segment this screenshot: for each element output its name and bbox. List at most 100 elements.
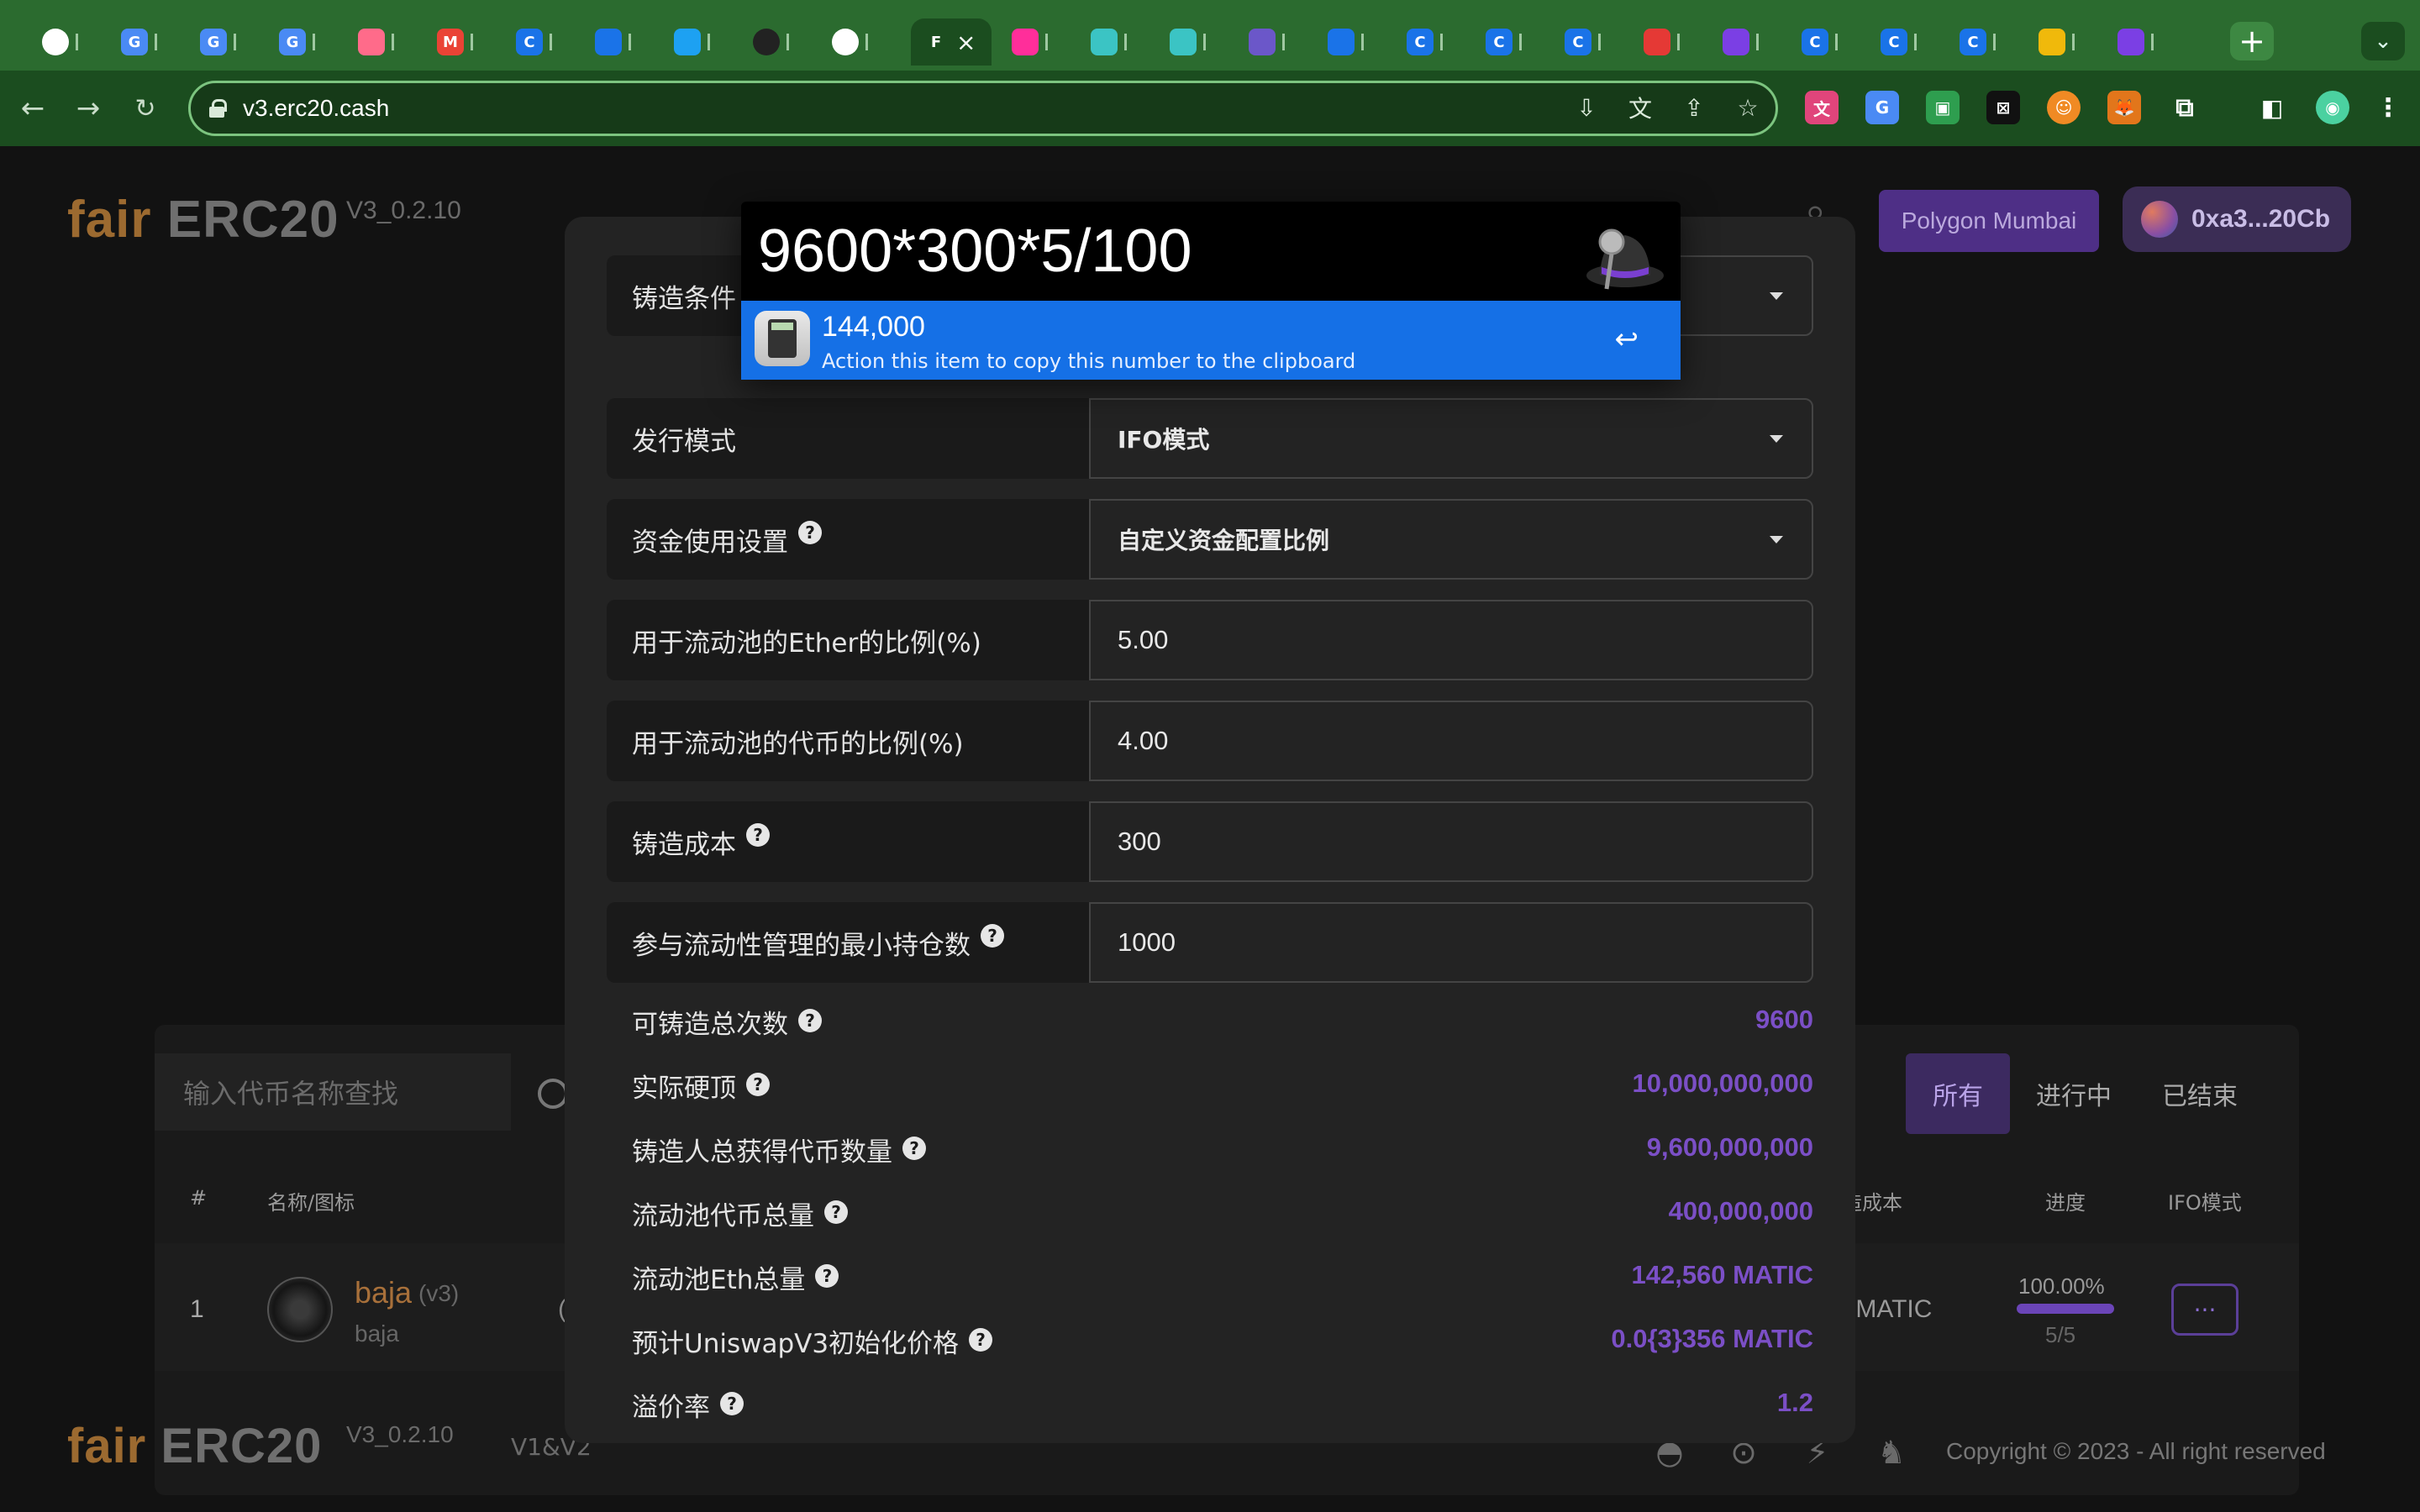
blue-c-icon: C xyxy=(1802,29,1828,55)
token-version-tag: (v3) xyxy=(418,1280,460,1306)
reload-icon[interactable]: ↻ xyxy=(126,89,165,128)
field-input[interactable]: 4.00 xyxy=(1089,701,1813,781)
field-select[interactable]: 自定义资金配置比例 xyxy=(1089,499,1813,580)
alfred-query-input[interactable]: 9600*300*5/100 xyxy=(758,217,1192,286)
side-panel-icon[interactable]: ◧ xyxy=(2255,91,2289,124)
tab-title-fragment xyxy=(2072,34,2075,50)
browser-tab[interactable] xyxy=(1079,24,1148,60)
filter-all[interactable]: 所有 xyxy=(1906,1053,2010,1134)
pony-icon[interactable]: ♞ xyxy=(1870,1431,1912,1473)
url-text[interactable]: v3.erc20.cash xyxy=(243,95,389,122)
address-bar[interactable]: v3.erc20.cash xyxy=(188,81,1778,136)
lock-icon[interactable] xyxy=(209,99,227,118)
tab-title-fragment xyxy=(1756,34,1759,50)
stat-value: 400,000,000 xyxy=(1668,1196,1813,1226)
browser-tab[interactable]: C xyxy=(1790,24,1859,60)
help-icon[interactable]: ? xyxy=(746,1073,770,1096)
field-label-text: 资金使用设置 xyxy=(632,527,788,558)
browser-tab[interactable]: G xyxy=(188,24,257,60)
browser-tab[interactable] xyxy=(1158,24,1227,60)
browser-tab[interactable] xyxy=(2027,24,2096,60)
translate-icon[interactable]: 文 xyxy=(1623,91,1657,124)
stat-row: 流动池代币总量? 400,000,000 xyxy=(632,1188,1813,1238)
new-tab-button[interactable]: + xyxy=(2230,22,2274,60)
wallet-button[interactable]: 0xa3...20Cb xyxy=(2123,186,2351,252)
browser-tab[interactable] xyxy=(583,24,652,60)
browser-tab[interactable] xyxy=(1316,24,1385,60)
forward-icon[interactable]: → xyxy=(69,89,108,128)
row-more-button[interactable]: ··· xyxy=(2171,1284,2238,1336)
browser-tab[interactable]: M xyxy=(425,24,494,60)
tab-search-button[interactable]: ⌄ xyxy=(2361,22,2405,60)
tab-title-fragment xyxy=(392,34,394,50)
browser-tab[interactable] xyxy=(30,24,99,60)
stat-label: 预计UniswapV3初始化价格? xyxy=(632,1322,993,1360)
field-label: 发行模式 xyxy=(607,398,1089,479)
back-icon[interactable]: ← xyxy=(13,89,52,128)
help-icon[interactable]: ? xyxy=(902,1137,926,1160)
face-extension-icon[interactable]: ☺ xyxy=(2047,91,2081,124)
translator-extension-icon[interactable]: 文 xyxy=(1805,91,1839,124)
field-input[interactable]: 1000 xyxy=(1089,902,1813,983)
browser-tab[interactable]: G xyxy=(267,24,336,60)
row-progress-count: 5/5 xyxy=(2045,1322,2076,1347)
share-icon[interactable]: ⇪ xyxy=(1677,91,1711,124)
filter-ended[interactable]: 已结束 xyxy=(2143,1053,2257,1134)
browser-tab[interactable]: C xyxy=(1869,24,1938,60)
close-tab-icon[interactable]: × xyxy=(956,29,976,56)
tab-title-fragment xyxy=(1914,34,1917,50)
network-button[interactable]: Polygon Mumbai xyxy=(1879,190,2099,252)
profile-avatar[interactable]: ◉ xyxy=(2316,91,2349,124)
install-app-icon[interactable]: ⇩ xyxy=(1570,91,1603,124)
google-translate-icon: G xyxy=(200,29,227,55)
browser-tab[interactable]: C xyxy=(1474,24,1543,60)
browser-tab[interactable]: C xyxy=(504,24,573,60)
field-input[interactable]: 300 xyxy=(1089,801,1813,882)
triangle-icon xyxy=(1328,29,1355,55)
alfred-hat-icon xyxy=(1586,228,1664,290)
help-icon[interactable]: ? xyxy=(824,1200,848,1224)
token-search-input[interactable]: 输入代币名称查找 xyxy=(155,1053,511,1131)
browser-tab[interactable] xyxy=(1237,24,1306,60)
google-translate-extension-icon[interactable]: G xyxy=(1865,91,1899,124)
browser-tab[interactable]: G xyxy=(109,24,178,60)
help-icon[interactable]: ? xyxy=(969,1328,993,1352)
browser-menu-icon[interactable]: ⋮ xyxy=(2371,91,2405,124)
browser-tab[interactable] xyxy=(741,24,810,60)
browser-tab[interactable]: C xyxy=(1395,24,1464,60)
help-icon[interactable]: ? xyxy=(798,1009,822,1032)
extensions-puzzle-icon[interactable]: ⧉ xyxy=(2168,91,2202,124)
search-icon[interactable] xyxy=(538,1079,568,1109)
browser-tab[interactable]: C xyxy=(1553,24,1622,60)
green-extension-icon[interactable]: ▣ xyxy=(1926,91,1960,124)
alfred-result-item[interactable]: 144,000 Action this item to copy this nu… xyxy=(741,301,1681,380)
browser-tab[interactable] xyxy=(2106,24,2175,60)
browser-tab[interactable] xyxy=(662,24,731,60)
browser-tab[interactable] xyxy=(1711,24,1780,60)
filter-ongoing[interactable]: 进行中 xyxy=(2017,1053,2131,1134)
tab-active[interactable]: F × xyxy=(911,18,992,66)
form-row: 参与流动性管理的最小持仓数? 1000 xyxy=(607,902,1813,983)
help-icon[interactable]: ? xyxy=(981,924,1004,948)
bookmark-star-icon[interactable]: ☆ xyxy=(1731,91,1765,124)
footer-logo[interactable]: fair ERC20 xyxy=(67,1418,322,1474)
browser-tab[interactable] xyxy=(1632,24,1701,60)
field-select[interactable]: IFO模式 xyxy=(1089,398,1813,479)
stat-label: 可铸造总次数? xyxy=(632,1003,822,1041)
help-icon[interactable]: ? xyxy=(798,521,822,544)
logo-erc20-text: ERC20 xyxy=(166,191,339,249)
browser-tab[interactable]: C xyxy=(1948,24,2017,60)
help-icon[interactable]: ? xyxy=(815,1264,839,1288)
list-icon xyxy=(1723,29,1749,55)
browser-tab[interactable] xyxy=(346,24,415,60)
help-icon[interactable]: ? xyxy=(746,823,770,847)
metamask-fox-icon[interactable]: 🦊 xyxy=(2107,91,2141,124)
stat-value: 9600 xyxy=(1755,1005,1813,1034)
okx-extension-icon[interactable]: ⊠ xyxy=(1986,91,2020,124)
help-icon[interactable]: ? xyxy=(720,1392,744,1415)
browser-tab[interactable] xyxy=(820,24,889,60)
field-input[interactable]: 5.00 xyxy=(1089,600,1813,680)
browser-tab[interactable] xyxy=(1000,24,1069,60)
site-logo[interactable]: fair ERC20 xyxy=(67,190,339,249)
token-name[interactable]: baja xyxy=(355,1275,412,1310)
